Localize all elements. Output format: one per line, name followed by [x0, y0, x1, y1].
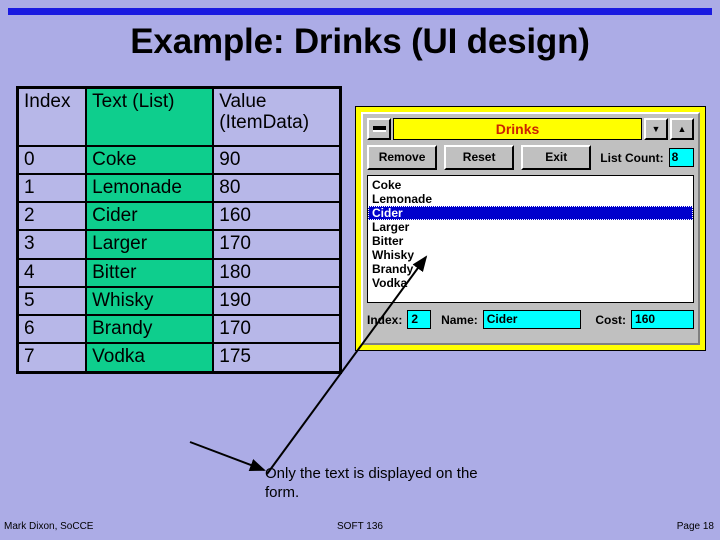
list-count-label: List Count:: [600, 150, 664, 165]
cell-index: 4: [16, 257, 88, 288]
listbox-item[interactable]: Brandy: [368, 262, 693, 276]
cell-index: 2: [16, 201, 88, 232]
cell-index: 0: [16, 144, 88, 175]
cell-index: 3: [16, 229, 88, 260]
cost-label: Cost:: [595, 312, 627, 327]
column-header-value-line1: Value: [219, 91, 267, 112]
table-row: 6 Brandy 170: [16, 314, 342, 345]
cell-index: 1: [16, 172, 88, 204]
table-row: 1 Lemonade 80: [16, 172, 342, 204]
listbox-item[interactable]: Lemonade: [368, 192, 693, 206]
dialog-field-row: Index: 2 Name: Cider Cost: 160: [367, 309, 694, 330]
drinks-listbox[interactable]: Coke Lemonade Cider Larger Bitter Whisky Brand…: [367, 175, 694, 303]
dialog-title: Drinks: [393, 118, 642, 140]
index-label: Index:: [367, 312, 403, 327]
remove-button[interactable]: Remove: [367, 145, 438, 170]
column-header-value: Value (ItemData): [212, 86, 342, 147]
table-row: 4 Bitter 180: [16, 257, 342, 288]
table-row: 3 Larger 170: [16, 229, 342, 260]
cell-text: Lemonade: [85, 172, 215, 204]
cell-text: Brandy: [85, 314, 215, 345]
system-menu-icon[interactable]: [367, 118, 391, 140]
listbox-item[interactable]: Cider: [368, 206, 693, 220]
cell-value: 90: [212, 144, 342, 175]
page-title: Example: Drinks (UI design): [130, 22, 590, 61]
cell-text: Vodka: [85, 342, 215, 374]
cell-text: Bitter: [85, 257, 215, 288]
cell-value: 180: [212, 257, 342, 288]
cell-text: Larger: [85, 229, 215, 260]
table-row: 5 Whisky 190: [16, 285, 342, 317]
arrow-from-table: [189, 441, 266, 472]
dialog-toolbar: Remove Reset Exit List Count: 8: [367, 145, 694, 170]
cell-value: 160: [212, 201, 342, 232]
drinks-dialog-window: Drinks ▼ ▲ Remove Reset Exit List Count:…: [355, 106, 706, 351]
cell-index: 5: [16, 285, 88, 317]
listbox-item[interactable]: Larger: [368, 220, 693, 234]
cell-index: 6: [16, 314, 88, 345]
cost-field[interactable]: 160: [631, 310, 694, 329]
listbox-item[interactable]: Vodka: [368, 276, 693, 290]
name-field[interactable]: Cider: [482, 310, 582, 329]
cell-value: 175: [212, 342, 342, 374]
cell-value: 170: [212, 229, 342, 260]
listbox-item[interactable]: Bitter: [368, 234, 693, 248]
chevron-down-icon[interactable]: ▼: [644, 118, 668, 140]
index-field[interactable]: 2: [407, 310, 432, 329]
listbox-item[interactable]: Coke: [368, 178, 693, 192]
minimize-bar-icon: [372, 126, 386, 132]
annotation-line1: Only the text is displayed on: [265, 465, 453, 482]
footer-page-num: Page 18: [676, 521, 714, 532]
column-header-value-line2: (ItemData): [219, 112, 310, 134]
name-label: Name:: [441, 312, 478, 327]
footer-course: SOFT 136: [337, 521, 383, 532]
cell-text: Whisky: [85, 285, 215, 317]
listbox-item[interactable]: Whisky: [368, 248, 693, 262]
drinks-data-table: Index Text (List) Value (ItemData) 0 Coke…: [16, 86, 342, 374]
cell-text: Coke: [85, 144, 215, 175]
cell-value: 190: [212, 285, 342, 317]
table-row: 2 Cider 160: [16, 201, 342, 232]
exit-button[interactable]: Exit: [521, 145, 592, 170]
table-row: 7 Vodka 175: [16, 342, 342, 374]
chevron-up-icon[interactable]: ▲: [670, 118, 694, 140]
list-count-field[interactable]: 8: [668, 148, 694, 167]
cell-index: 7: [16, 342, 88, 374]
dialog-client-area: Drinks ▼ ▲ Remove Reset Exit List Count:…: [361, 112, 700, 345]
title-rule: [8, 8, 712, 15]
table-row: 0 Coke 90: [16, 144, 342, 175]
column-header-index: Index: [16, 86, 88, 147]
cell-text: Cider: [85, 201, 215, 232]
cell-value: 170: [212, 314, 342, 345]
annotation-caption: Only the text is displayed on the form.: [265, 464, 505, 502]
dialog-titlebar: Drinks ▼ ▲: [367, 118, 694, 140]
column-header-text: Text (List): [85, 86, 215, 147]
reset-button[interactable]: Reset: [444, 145, 515, 170]
cell-value: 80: [212, 172, 342, 204]
table-header-row: Index Text (List) Value (ItemData): [16, 86, 342, 147]
